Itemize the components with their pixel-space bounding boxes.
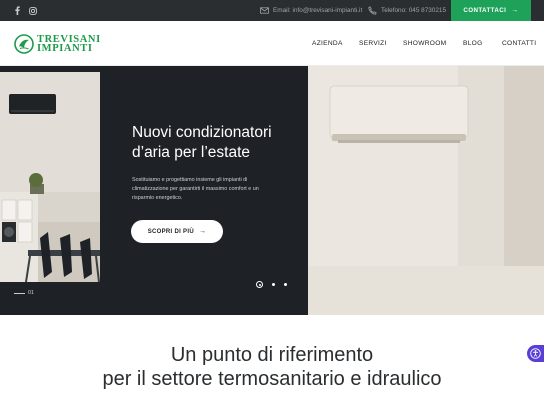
hero-image-living-room bbox=[0, 72, 100, 282]
top-bar: Email: info@trevisani-impianti.it Telefo… bbox=[0, 0, 544, 21]
mail-icon bbox=[260, 6, 269, 15]
phone-label: Telefono: 045 8730215 bbox=[381, 7, 447, 14]
scopri-di-piu-button[interactable]: SCOPRI DI PIÙ → bbox=[131, 220, 223, 243]
intro-title-line1: Un punto di riferimento bbox=[170, 344, 374, 366]
slide-number: 01 bbox=[28, 290, 34, 296]
arrow-right-icon: → bbox=[511, 7, 519, 14]
logo-text-line2: IMPIANTI bbox=[37, 42, 93, 54]
hero-image-air-conditioner bbox=[308, 66, 544, 315]
nav-item-azienda[interactable]: AZIENDA bbox=[312, 21, 343, 66]
intro-title: Un punto di riferimento per il settore t… bbox=[0, 343, 544, 391]
nav-item-servizi[interactable]: SERVIZI bbox=[359, 21, 387, 66]
slider-dot-1[interactable] bbox=[256, 281, 263, 288]
nav-item-blog[interactable]: BLOG bbox=[463, 21, 483, 66]
scopri-di-piu-label: SCOPRI DI PIÙ bbox=[147, 228, 194, 235]
hero-title: Nuovi condizionatori d’aria per l’estate bbox=[132, 123, 302, 163]
slide-counter: 01 bbox=[14, 290, 34, 296]
contattaci-button[interactable]: CONTATTACI → bbox=[451, 0, 531, 21]
accessibility-button[interactable] bbox=[527, 345, 544, 362]
nav-item-showroom[interactable]: SHOWROOM bbox=[403, 21, 446, 66]
hero-title-line2: d’aria per l’estate bbox=[132, 144, 251, 161]
hero-slider: Nuovi condizionatori d’aria per l’estate… bbox=[0, 66, 544, 315]
intro-title-line2: per il settore termosanitario e idraulic… bbox=[102, 368, 442, 390]
hero-title-line1: Nuovi condizionatori bbox=[132, 124, 272, 141]
phone-contact[interactable]: Telefono: 045 8730215 bbox=[368, 0, 446, 21]
nav-item-contatti[interactable]: CONTATTI bbox=[502, 21, 536, 66]
slide-counter-line bbox=[14, 292, 25, 294]
logo-mark-icon bbox=[14, 33, 34, 54]
slider-dot-3[interactable] bbox=[284, 283, 287, 286]
hero-description: Sostituiamo e progettiamo insieme gli im… bbox=[132, 177, 259, 201]
instagram-icon[interactable] bbox=[27, 0, 39, 21]
slider-dot-2[interactable] bbox=[272, 283, 275, 286]
slider-pagination bbox=[256, 281, 296, 288]
contattaci-label: CONTATTACI bbox=[463, 7, 507, 14]
email-label: Email: info@trevisani-impianti.it bbox=[273, 7, 363, 14]
facebook-icon[interactable] bbox=[11, 0, 23, 21]
accessibility-icon bbox=[530, 348, 541, 359]
site-logo[interactable]: TREVISANI IMPIANTI bbox=[14, 31, 101, 56]
arrow-right-icon: → bbox=[198, 228, 207, 235]
email-contact[interactable]: Email: info@trevisani-impianti.it bbox=[260, 0, 362, 21]
main-navbar: TREVISANI IMPIANTI AZIENDA SERVIZI SHOWR… bbox=[0, 21, 544, 66]
phone-icon bbox=[368, 6, 377, 15]
